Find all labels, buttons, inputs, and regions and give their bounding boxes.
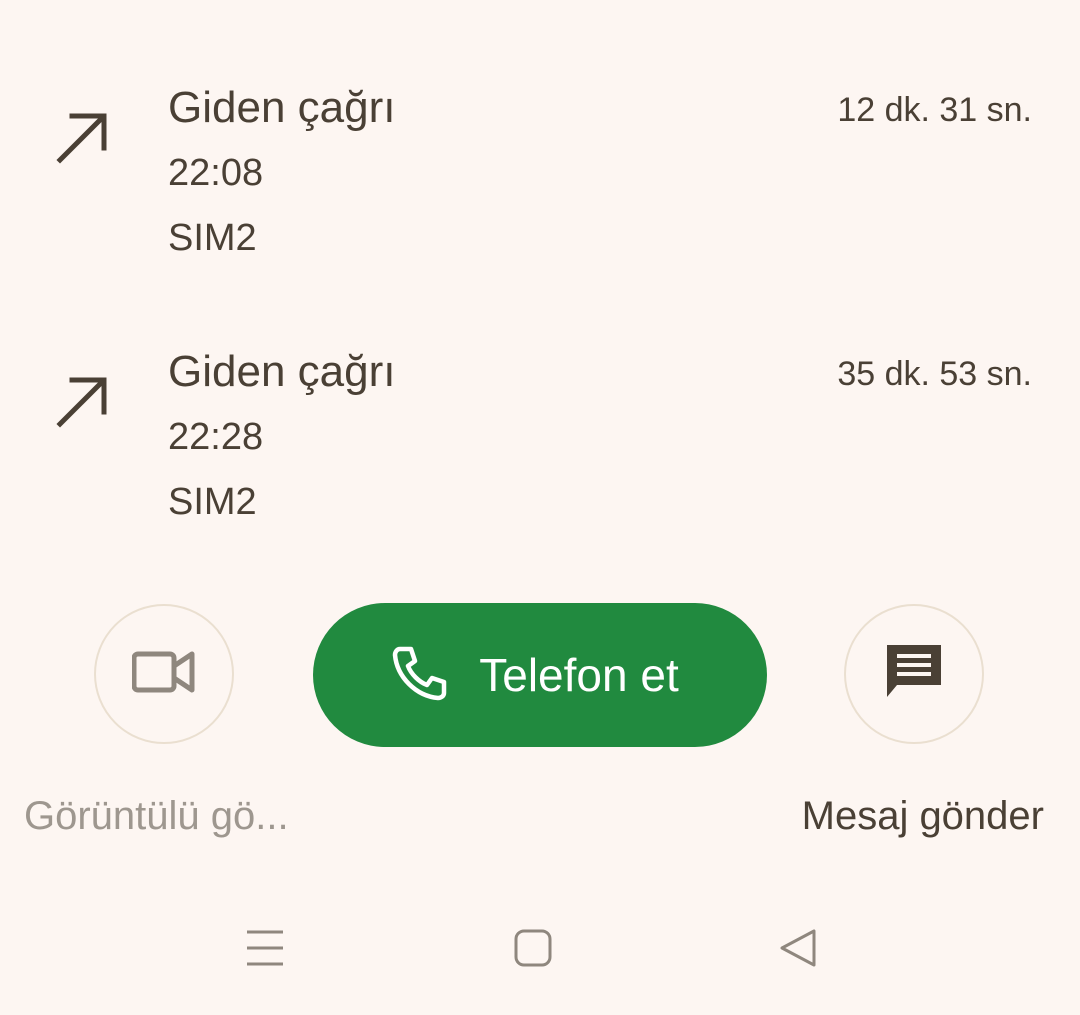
video-call-label[interactable]: Görüntülü gö... [24, 790, 289, 842]
home-icon [513, 928, 553, 973]
call-sim: SIM2 [168, 481, 257, 523]
outgoing-arrow-icon [52, 370, 114, 432]
outgoing-arrow-icon [52, 106, 114, 168]
back-icon [778, 928, 818, 973]
recent-apps-icon [245, 928, 285, 973]
action-bar: Telefon et Görüntülü gö... Mesaj gönder [0, 590, 1080, 890]
phone-icon [391, 644, 449, 707]
call-duration: 35 dk. 53 sn. [837, 355, 1032, 393]
video-camera-icon [131, 650, 196, 699]
message-icon [883, 641, 945, 708]
home-button[interactable] [503, 920, 563, 980]
call-button-label: Telefon et [479, 649, 679, 701]
send-message-label[interactable]: Mesaj gönder [802, 790, 1044, 842]
navigation-bar [0, 900, 1080, 1000]
back-button[interactable] [768, 920, 828, 980]
call-entry[interactable]: Giden çağrı 22:28 SIM2 35 dk. 53 sn. [0, 344, 1080, 564]
call-type-label: Giden çağrı [168, 347, 396, 396]
call-entry[interactable]: Giden çağrı 22:08 SIM2 12 dk. 31 sn. [0, 80, 1080, 300]
call-sim: SIM2 [168, 217, 257, 259]
send-message-button[interactable] [844, 604, 984, 744]
call-duration: 12 dk. 31 sn. [837, 91, 1032, 129]
call-time: 22:28 [168, 416, 264, 458]
recent-apps-button[interactable] [235, 920, 295, 980]
call-time: 22:08 [168, 152, 264, 194]
video-call-button[interactable] [94, 604, 234, 744]
call-history-list: Giden çağrı 22:08 SIM2 12 dk. 31 sn. Gid… [0, 0, 1080, 590]
call-type-label: Giden çağrı [168, 83, 396, 132]
call-button[interactable]: Telefon et [313, 603, 767, 747]
